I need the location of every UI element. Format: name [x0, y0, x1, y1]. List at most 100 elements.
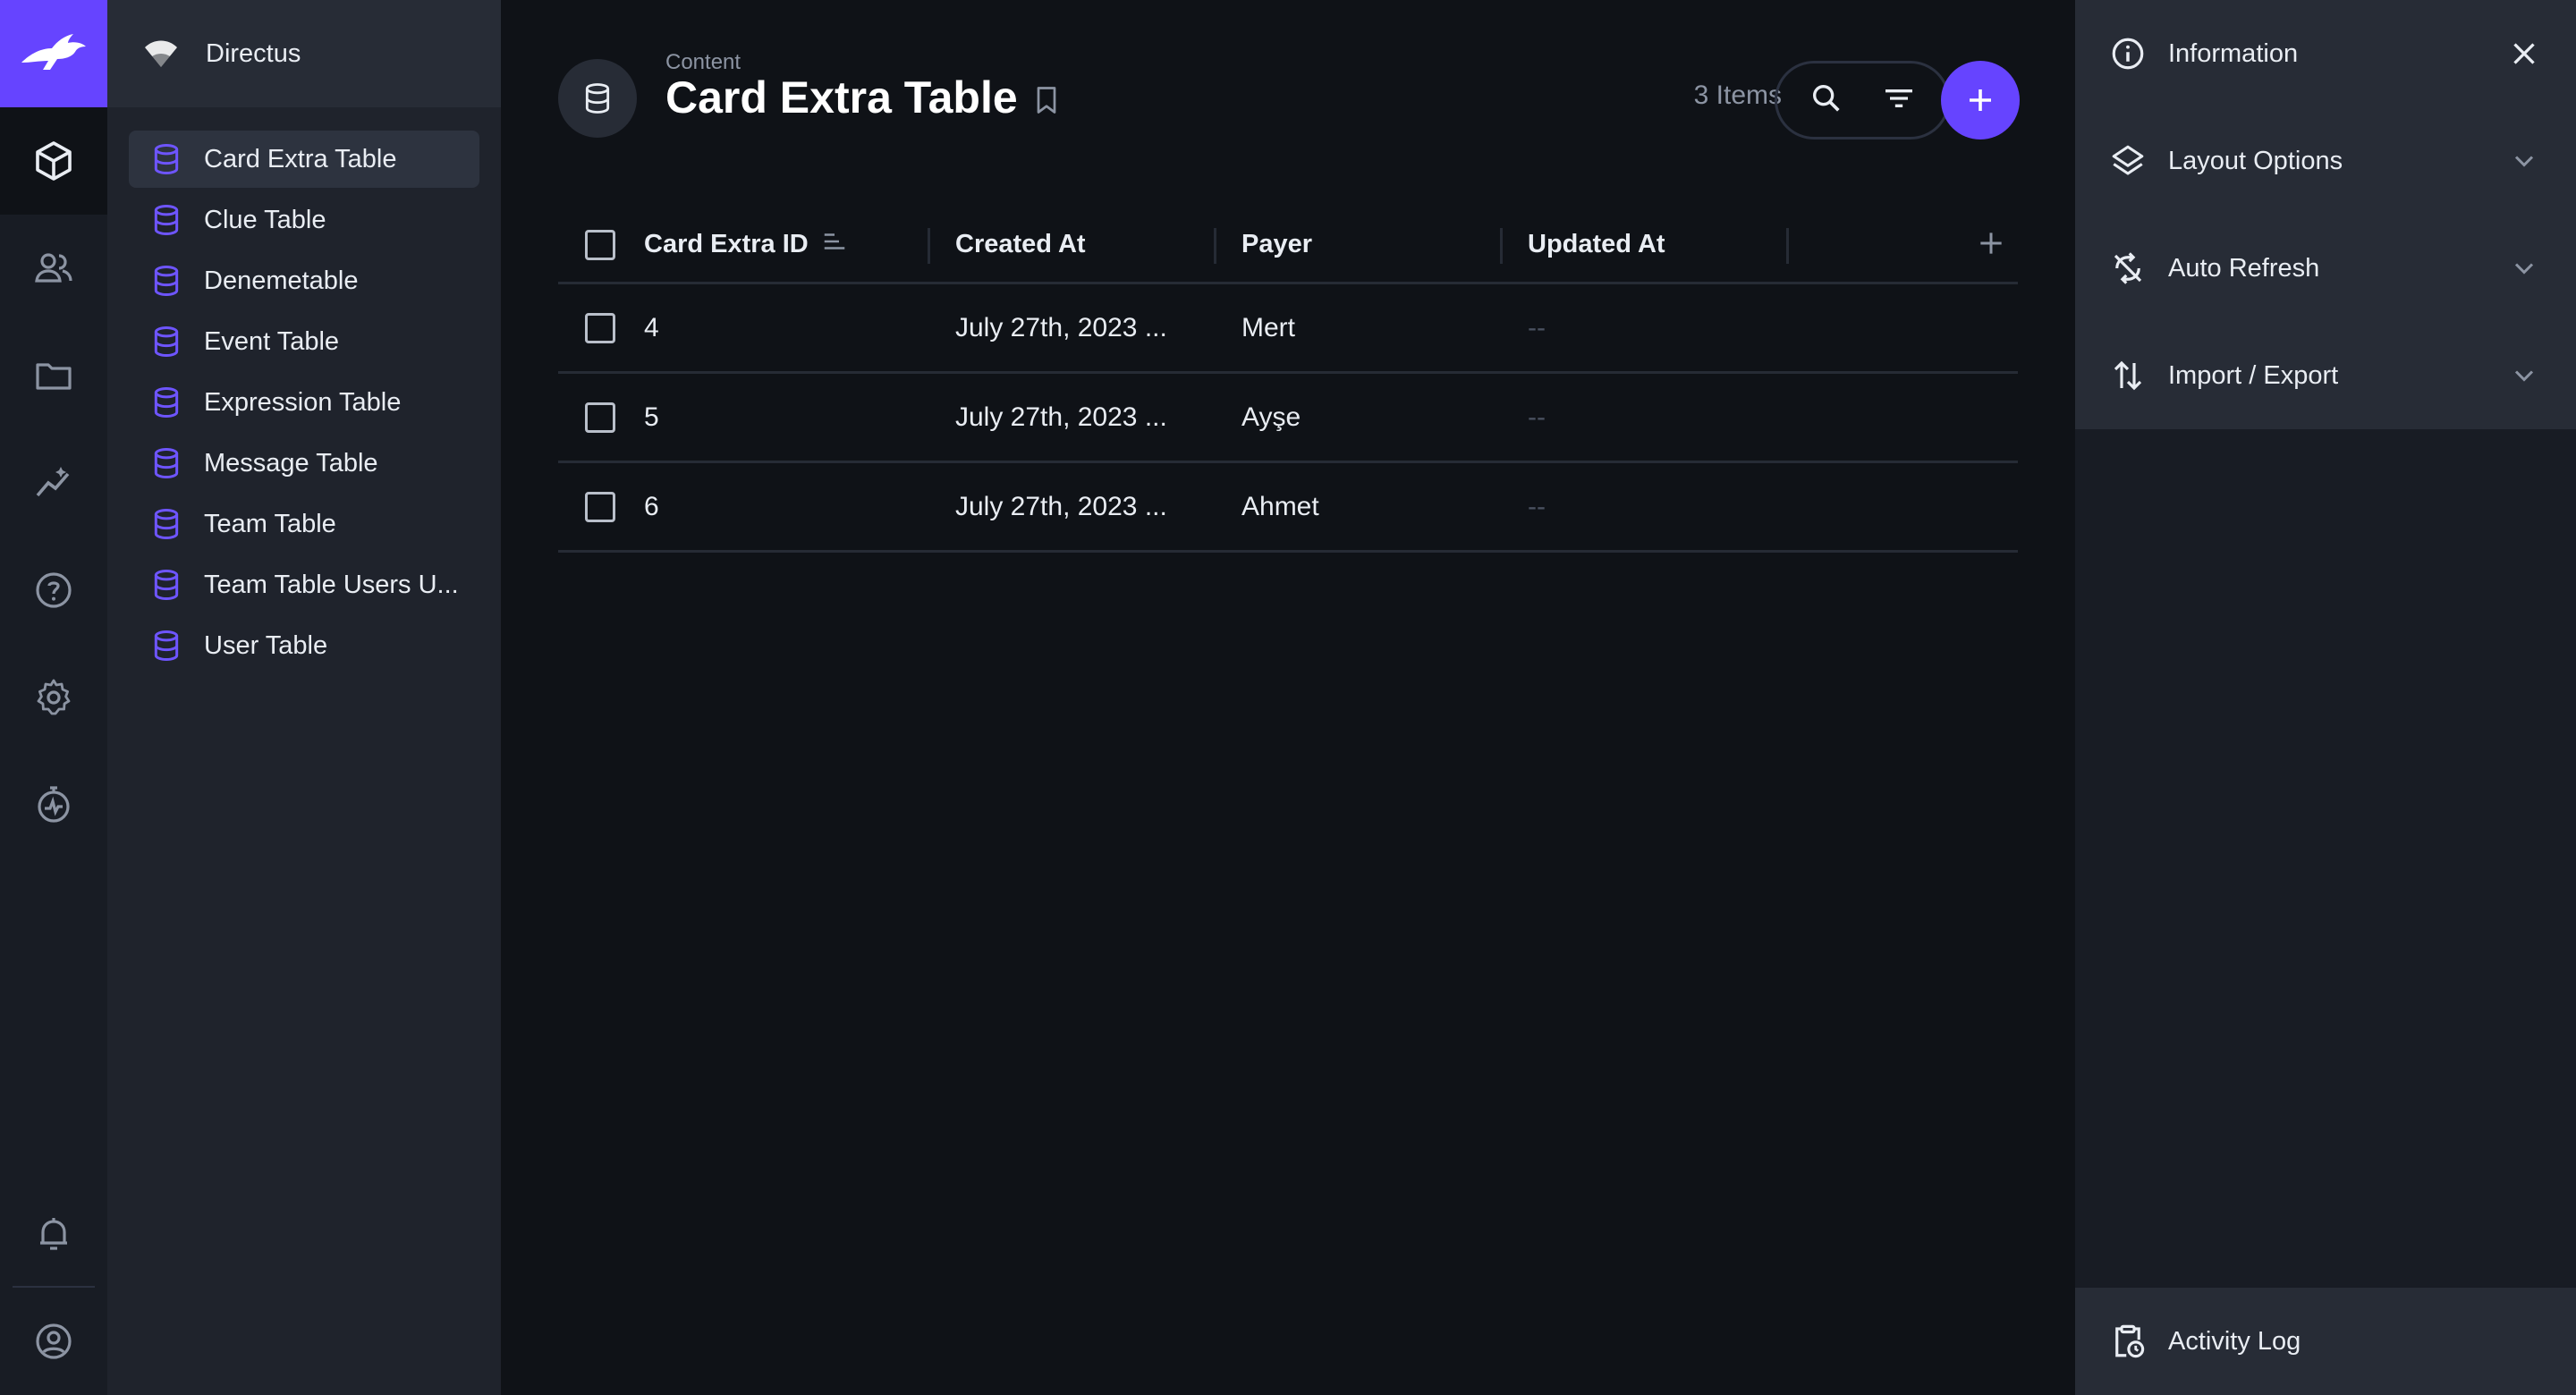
nav-item-collection[interactable]: Message Table: [129, 435, 479, 492]
nav-item-collection[interactable]: User Table: [129, 617, 479, 674]
table-row[interactable]: 6 July 27th, 2023 ... Ahmet --: [558, 463, 2018, 553]
users-icon: [35, 253, 72, 283]
main-content: Content Card Extra Table 3 Items Card Ex…: [501, 0, 2075, 1395]
table-cell: --: [1528, 402, 1546, 432]
content-module[interactable]: [0, 107, 107, 215]
database-icon: [154, 387, 179, 418]
rabbit-logo-icon[interactable]: [0, 0, 107, 107]
nav-item-collection[interactable]: Card Extra Table: [129, 131, 479, 188]
row-checkbox[interactable]: [585, 402, 615, 433]
chevron-down-icon: [2508, 359, 2540, 399]
nav-item-label: Clue Table: [204, 205, 326, 234]
table-cell: Ayşe: [1241, 402, 1301, 432]
activity-log-section: Activity Log: [2075, 1288, 2576, 1395]
information-label: Information: [2168, 38, 2299, 68]
page-title: Card Extra Table: [665, 72, 1018, 123]
import-export-section[interactable]: Import / Export: [2075, 322, 2576, 429]
nav-item-label: User Table: [204, 630, 328, 660]
row-select-cell: [558, 402, 644, 433]
column-header-created-at[interactable]: Created At: [930, 207, 1216, 283]
table-body: 4 July 27th, 2023 ... Mert -- 5 July 27th, 20…: [558, 284, 2018, 553]
insights-module[interactable]: [0, 429, 107, 537]
database-icon: [154, 205, 179, 236]
wifi-logo-icon: [145, 40, 177, 67]
notifications-button[interactable]: [0, 1180, 107, 1288]
row-checkbox[interactable]: [585, 491, 615, 522]
project-name: Directus: [206, 38, 301, 68]
search-icon[interactable]: [1809, 80, 1844, 121]
row-checkbox[interactable]: [585, 312, 615, 343]
activity-log-label: Activity Log: [2168, 1326, 2301, 1356]
import-export-icon: [2114, 360, 2142, 391]
nav-item-label: Event Table: [204, 326, 340, 356]
database-icon: [154, 266, 179, 297]
table-cell: --: [1528, 491, 1546, 521]
search-filter-bar[interactable]: [1775, 61, 1950, 140]
sort-icon[interactable]: [821, 228, 848, 262]
settings-module[interactable]: [0, 644, 107, 751]
table-cell: July 27th, 2023 ...: [955, 312, 1167, 342]
column-header-card-extra-id[interactable]: Card Extra ID: [644, 207, 930, 283]
database-icon[interactable]: [558, 59, 637, 138]
help-icon: [36, 572, 72, 608]
folder-icon: [36, 363, 72, 390]
table-cell: 4: [644, 312, 659, 342]
project-switcher[interactable]: Directus: [107, 0, 501, 107]
row-select-cell: [558, 312, 644, 343]
settings-icon: [37, 679, 71, 715]
help-module[interactable]: [0, 537, 107, 644]
table-row[interactable]: 4 July 27th, 2023 ... Mert --: [558, 284, 2018, 374]
database-icon: [154, 326, 179, 358]
nav-item-collection[interactable]: Team Table Users U...: [129, 556, 479, 613]
nav-item-collection[interactable]: Clue Table: [129, 191, 479, 249]
nav-item-collection[interactable]: Denemetable: [129, 252, 479, 309]
users-module[interactable]: [0, 215, 107, 322]
database-icon: [154, 570, 179, 601]
table-cell: Ahmet: [1241, 491, 1319, 521]
select-all-cell: [558, 229, 644, 260]
create-item-button[interactable]: [1941, 61, 2020, 140]
layers-icon: [2112, 145, 2144, 175]
nav-item-label: Card Extra Table: [204, 144, 397, 173]
nav-item-collection[interactable]: Expression Table: [129, 374, 479, 431]
add-field-button[interactable]: [1973, 225, 2009, 266]
table-cell: July 27th, 2023 ...: [955, 491, 1167, 521]
files-module[interactable]: [0, 322, 107, 429]
nav-item-collection[interactable]: Event Table: [129, 313, 479, 370]
column-header-updated-at[interactable]: Updated At: [1503, 207, 1789, 283]
module-bar: [0, 0, 107, 1395]
header-bar: Content Card Extra Table 3 Items: [558, 46, 2020, 150]
table-header: Card Extra ID Created At Payer Updated A…: [558, 207, 2018, 284]
table-row[interactable]: 5 July 27th, 2023 ... Ayşe --: [558, 374, 2018, 463]
nav-item-label: Team Table Users U...: [204, 570, 459, 599]
close-icon[interactable]: [2508, 38, 2540, 77]
bell-icon: [40, 1218, 67, 1250]
select-all-checkbox[interactable]: [585, 229, 615, 260]
plus-icon: [1980, 232, 2002, 254]
column-header-payer[interactable]: Payer: [1216, 207, 1503, 283]
filter-icon[interactable]: [1881, 80, 1917, 121]
layout-options-section[interactable]: Layout Options: [2075, 107, 2576, 215]
activity-log-icon: [2115, 1324, 2145, 1358]
collections-navigation: Directus Card Extra Table Clue Table Denem…: [107, 0, 501, 1395]
information-section[interactable]: Information: [2075, 0, 2576, 107]
activity-log-button[interactable]: Activity Log: [2075, 1288, 2576, 1395]
database-icon: [154, 448, 179, 479]
table-cell: Mert: [1241, 312, 1295, 342]
row-select-cell: [558, 491, 644, 522]
collection-list: Card Extra Table Clue Table Denemetable Eve…: [107, 107, 501, 701]
nav-item-collection[interactable]: Team Table: [129, 495, 479, 553]
bookmark-icon[interactable]: [1030, 84, 1063, 121]
layout-options-label: Layout Options: [2168, 146, 2343, 175]
directus-app: Directus Card Extra Table Clue Table Denem…: [0, 0, 2576, 1395]
nav-item-label: Denemetable: [204, 266, 359, 295]
nav-item-label: Team Table: [204, 509, 336, 538]
nav-item-label: Message Table: [204, 448, 378, 478]
cube-icon: [36, 141, 72, 181]
sidebar-sections: Information Layout Options Auto Refresh: [2075, 0, 2576, 429]
auto-refresh-section[interactable]: Auto Refresh: [2075, 215, 2576, 322]
info-icon: [2112, 38, 2144, 70]
activity-module[interactable]: [0, 751, 107, 858]
import-export-label: Import / Export: [2168, 360, 2339, 390]
account-button[interactable]: [0, 1288, 107, 1395]
